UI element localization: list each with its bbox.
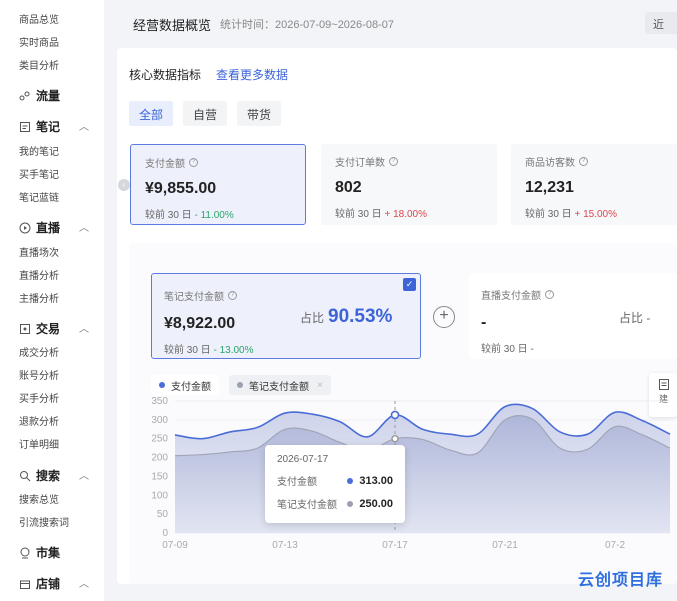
sidebar-item-buyer-notes[interactable]: 买手笔记 bbox=[19, 166, 59, 181]
y-tick-label: 250 bbox=[151, 434, 168, 445]
x-tick-label: 07-2 bbox=[605, 540, 625, 551]
x-tick-label: 07-21 bbox=[492, 540, 518, 551]
data-point-pay-amount bbox=[390, 410, 400, 420]
stat-time: 统计时间：2026-07-09~2026-08-07 bbox=[220, 19, 394, 31]
help-icon[interactable]: ? bbox=[389, 157, 398, 166]
data-point-note-pay-amount bbox=[391, 435, 399, 443]
sidebar-item-product-overview[interactable]: 商品总览 bbox=[19, 11, 59, 26]
y-tick-label: 150 bbox=[151, 471, 168, 482]
sidebar-group-label: 店铺 bbox=[36, 577, 61, 591]
y-tick-label: 0 bbox=[162, 528, 168, 539]
page-title: 经营数据概览 bbox=[133, 18, 212, 33]
scope-tabs: 全部 自营 带货 bbox=[129, 101, 282, 126]
sidebar-group-notes[interactable]: 笔记 ︿ bbox=[19, 118, 89, 135]
chevron-up-icon[interactable]: ︿ bbox=[79, 118, 89, 133]
tooltip-date: 2026-07-17 bbox=[277, 454, 329, 465]
metric-label: 支付金额 bbox=[145, 159, 185, 170]
y-tick-label: 200 bbox=[151, 453, 168, 464]
tab-all[interactable]: 全部 bbox=[129, 101, 174, 126]
tab-promotion[interactable]: 带货 bbox=[237, 101, 282, 126]
tooltip-value: 313.00 bbox=[359, 474, 393, 487]
x-tick-label: 07-13 bbox=[272, 540, 298, 551]
y-tick-label: 100 bbox=[151, 490, 168, 501]
recent-range-button[interactable]: 近 bbox=[645, 12, 677, 34]
help-icon[interactable]: ? bbox=[579, 157, 588, 166]
help-icon[interactable]: ? bbox=[189, 158, 198, 167]
tooltip-label: 支付金额 bbox=[277, 477, 317, 488]
metric-label: 商品访客数 bbox=[525, 158, 575, 169]
y-tick-label: 50 bbox=[157, 509, 169, 520]
series-dot-icon bbox=[347, 477, 354, 484]
section-title: 核心数据指标 bbox=[129, 68, 202, 82]
shop-icon bbox=[19, 578, 31, 590]
y-tick-label: 300 bbox=[151, 415, 168, 426]
tab-self-operated[interactable]: 自营 bbox=[183, 101, 228, 126]
chevron-up-icon[interactable]: ︿ bbox=[79, 575, 89, 590]
y-tick-label: 350 bbox=[151, 396, 168, 407]
traffic-icon bbox=[19, 90, 31, 102]
sidebar-item-my-notes[interactable]: 我的笔记 bbox=[19, 143, 59, 158]
sidebar-item-category-analysis[interactable]: 类目分析 bbox=[19, 57, 59, 72]
sidebar-group-label: 流量 bbox=[36, 89, 61, 103]
watermark: 云创项目库 bbox=[578, 572, 664, 589]
sidebar-item-realtime-product[interactable]: 实时商品 bbox=[19, 34, 59, 49]
chevron-left-icon[interactable]: ‹ bbox=[118, 179, 130, 191]
tooltip-label: 笔记支付金额 bbox=[277, 500, 337, 511]
sidebar-group-label: 笔记 bbox=[36, 120, 61, 134]
note-icon bbox=[19, 121, 31, 133]
x-tick-label: 07-09 bbox=[162, 540, 188, 551]
sidebar-group-traffic[interactable]: 流量 bbox=[19, 87, 60, 104]
more-data-link[interactable]: 查看更多数据 bbox=[216, 66, 288, 83]
x-tick-label: 07-17 bbox=[382, 540, 408, 551]
tooltip-value: 250.00 bbox=[359, 497, 393, 510]
chart-tooltip: 2026-07-17 支付金额 313.00 笔记支付金额 250.00 bbox=[265, 445, 405, 523]
series-dot-icon bbox=[347, 500, 354, 507]
sidebar-group-shop[interactable]: 店铺 ︿ bbox=[19, 575, 89, 592]
header: 经营数据概览 统计时间：2026-07-09~2026-08-07 近 bbox=[117, 0, 677, 44]
metric-label: 支付订单数 bbox=[335, 158, 385, 169]
